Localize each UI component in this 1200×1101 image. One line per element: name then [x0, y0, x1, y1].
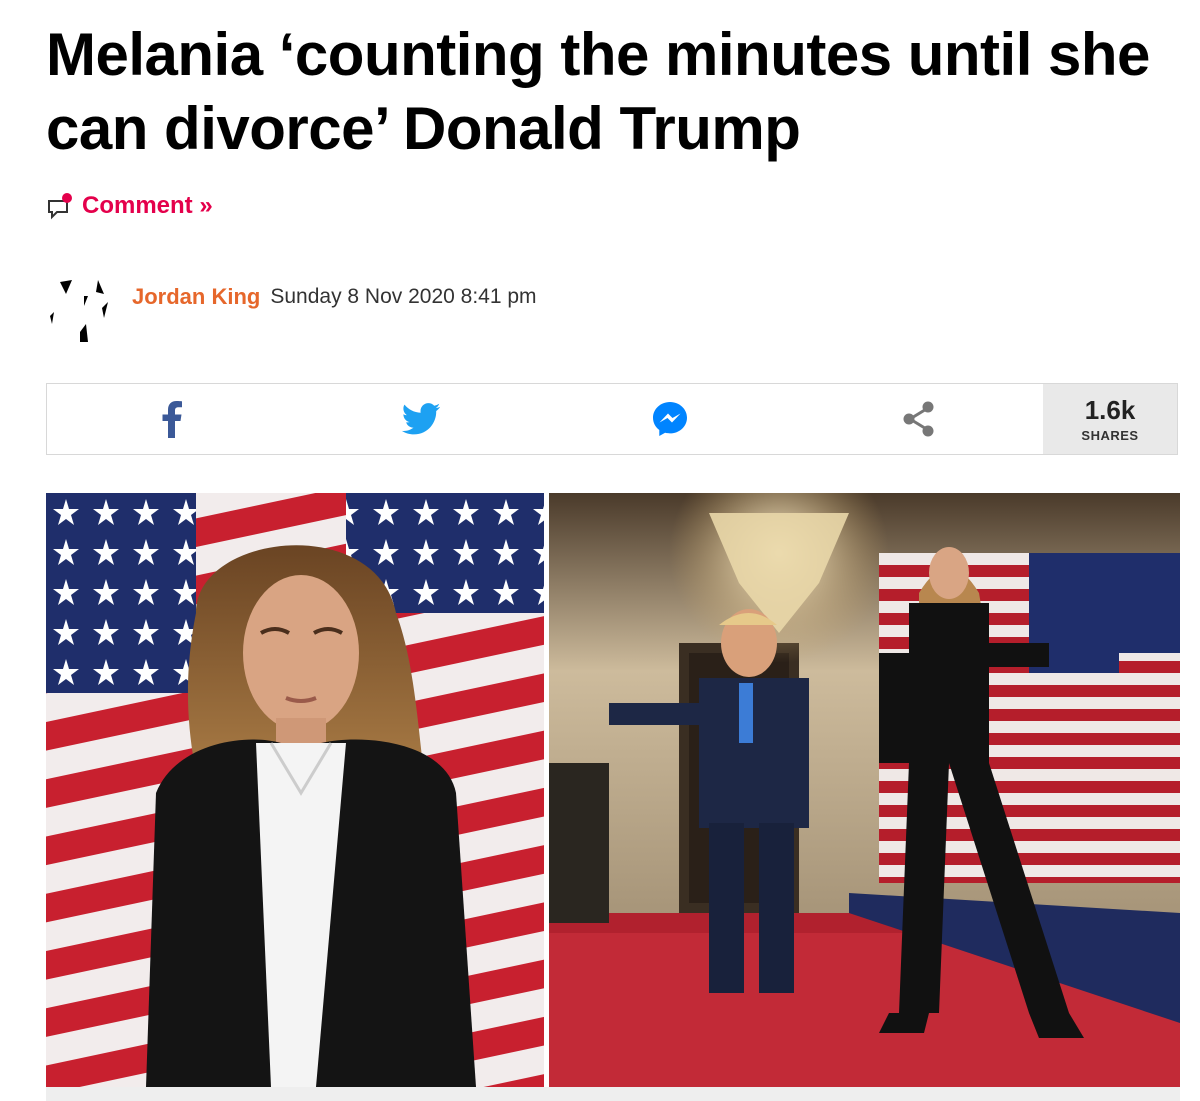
messenger-icon — [652, 402, 687, 436]
photo-caption-strip — [46, 1087, 1180, 1101]
metro-logo — [50, 280, 108, 342]
comment-icon — [46, 192, 74, 220]
share-count-label: SHARES — [1081, 427, 1139, 443]
twitter-icon — [401, 403, 440, 435]
facebook-icon — [162, 401, 182, 438]
generic-share-button[interactable] — [794, 384, 1043, 454]
comment-link[interactable]: Comment » — [46, 192, 213, 220]
publish-date: Sunday 8 Nov 2020 8:41 pm — [270, 285, 537, 308]
messenger-share-button[interactable] — [545, 384, 794, 454]
headline: Melania ‘counting the minutes until she … — [46, 21, 1150, 162]
comment-label: Comment » — [82, 192, 213, 219]
article-photo-right — [549, 493, 1180, 1087]
share-icon — [903, 401, 933, 437]
author-link[interactable]: Jordan King — [132, 284, 260, 310]
share-count: 1.6k SHARES — [1043, 384, 1177, 454]
facebook-share-button[interactable] — [47, 384, 296, 454]
byline: Jordan King Sunday 8 Nov 2020 8:41 pm — [46, 272, 537, 362]
twitter-share-button[interactable] — [296, 384, 545, 454]
article-photo-left — [46, 493, 544, 1087]
share-count-number: 1.6k — [1084, 394, 1136, 425]
share-bar: 1.6k SHARES — [46, 383, 1178, 455]
